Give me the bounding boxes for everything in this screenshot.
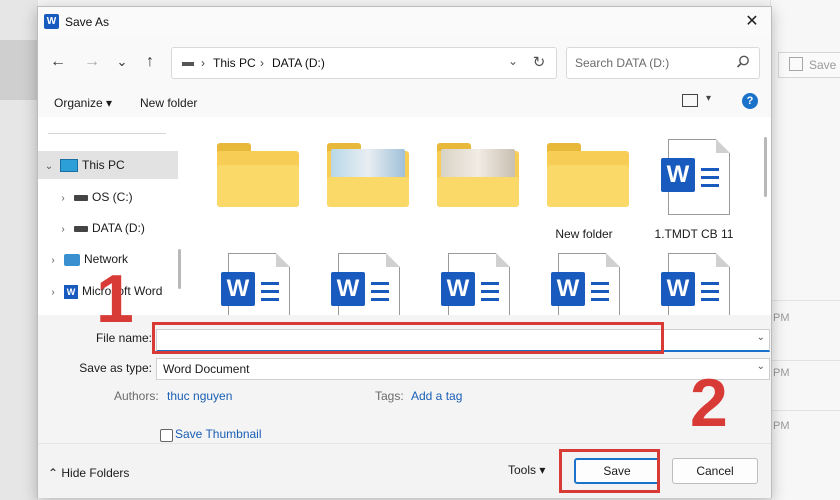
breadcrumb-separator-icon: › [260, 56, 264, 70]
folder-item[interactable]: New folder [534, 125, 634, 241]
folder-item[interactable] [204, 125, 304, 235]
word-document-item[interactable]: W [424, 239, 524, 315]
chevron-down-icon[interactable]: ⌄ [757, 332, 765, 343]
word-document-icon: W [661, 253, 730, 315]
view-options-chevron-icon[interactable]: ▾ [706, 93, 711, 104]
chevron-right-icon[interactable]: › [46, 279, 60, 307]
chevron-right-icon[interactable]: › [56, 185, 70, 213]
folder-item[interactable] [424, 125, 524, 235]
search-box[interactable]: Search DATA (D:) [566, 47, 760, 79]
annotation-save-highlight [559, 449, 660, 493]
nav-divider [48, 133, 166, 134]
up-arrow-icon[interactable]: ↑ [140, 51, 160, 73]
tree-item-data-d[interactable]: › DATA (D:) [56, 214, 145, 242]
save-thumbnail-label[interactable]: Save Thumbnail [175, 427, 262, 441]
back-arrow-icon[interactable]: ← [48, 51, 68, 73]
new-folder-button[interactable]: New folder [140, 96, 197, 110]
background-divider [770, 300, 840, 301]
forward-arrow-icon[interactable]: → [82, 51, 102, 73]
file-grid: New folder W 1.TMDT CB 11 W W W W W [186, 117, 771, 315]
background-time: PM [773, 367, 790, 379]
chevron-right-icon[interactable]: › [46, 247, 60, 275]
refresh-icon[interactable]: ↻ [528, 52, 550, 74]
annotation-file-name-highlight [152, 322, 664, 354]
address-bar[interactable]: › This PC › DATA (D:) ⌄ ↻ [171, 47, 557, 79]
content-scrollbar[interactable] [764, 137, 767, 197]
drive-icon [74, 194, 88, 201]
background-time: PM [773, 312, 790, 324]
background-divider [770, 360, 840, 361]
search-icon [736, 55, 749, 68]
monitor-icon [60, 159, 78, 173]
folder-icon [217, 143, 299, 207]
annotation-step-1: 1 [96, 261, 134, 337]
folder-icon [437, 143, 519, 207]
hide-folders-toggle[interactable]: ⌃ Hide Folders [48, 466, 129, 480]
folder-icon [327, 143, 409, 207]
word-document-item[interactable]: W [534, 239, 634, 315]
dialog-title: Save As [65, 15, 110, 29]
breadcrumb-separator-icon: › [201, 56, 205, 70]
authors-value[interactable]: thuc nguyen [167, 389, 232, 403]
cancel-button[interactable]: Cancel [672, 458, 758, 484]
folder-icon [547, 143, 629, 207]
word-icon: W [64, 284, 78, 299]
chevron-right-icon[interactable]: › [56, 216, 70, 244]
navigation-bar: ← → ⌄ ↑ › This PC › DATA (D:) ⌄ ↻ Search… [38, 37, 771, 87]
search-placeholder: Search DATA (D:) [575, 56, 670, 70]
breadcrumb-data-d[interactable]: DATA (D:) [272, 56, 325, 70]
close-icon[interactable]: ✕ [741, 11, 763, 33]
title-bar: W Save As ✕ [38, 7, 771, 37]
word-document-icon: W [441, 253, 510, 315]
word-app-icon: W [44, 14, 59, 29]
chevron-down-icon[interactable]: ⌄ [757, 361, 765, 372]
network-icon [64, 253, 80, 266]
dialog-footer: ⌃ Hide Folders Tools ▾ Save Cancel [38, 443, 771, 498]
save-as-type-select[interactable]: Word Document ⌄ [156, 358, 770, 380]
background-left-panel [0, 0, 38, 500]
navigation-scrollbar[interactable] [178, 249, 181, 289]
chevron-down-icon[interactable]: ⌄ [508, 54, 518, 68]
tags-label: Tags: [375, 389, 404, 403]
recent-locations-chevron-icon[interactable]: ⌄ [112, 51, 132, 73]
organize-menu[interactable]: Organize ▾ [54, 96, 112, 110]
tree-item-os-c[interactable]: › OS (C:) [56, 183, 132, 213]
save-thumbnail-checkbox[interactable] [160, 429, 173, 442]
save-as-dialog: W Save As ✕ ← → ⌄ ↑ › This PC › DATA (D:… [37, 6, 772, 498]
chevron-down-icon[interactable]: ⌄ [42, 153, 56, 181]
word-document-item[interactable]: W [204, 239, 304, 315]
view-layout-icon[interactable] [682, 94, 698, 107]
chevron-up-icon: ⌃ [48, 466, 62, 480]
tools-menu[interactable]: Tools ▾ [508, 463, 545, 477]
word-document-icon: W [551, 253, 620, 315]
word-document-item[interactable]: W 1.TMDT CB 11 [644, 125, 744, 241]
word-document-icon: W [221, 253, 290, 315]
background-save-button[interactable]: Save [778, 52, 840, 78]
breadcrumb-this-pc[interactable]: This PC [213, 56, 256, 70]
drive-icon [74, 225, 88, 232]
background-divider [770, 410, 840, 411]
word-document-icon: W [331, 253, 400, 315]
save-icon [789, 57, 803, 71]
help-icon[interactable]: ? [742, 93, 758, 109]
word-document-item[interactable]: W [644, 239, 744, 315]
word-document-icon: W [661, 139, 730, 215]
drive-icon [182, 62, 194, 66]
folder-item[interactable] [314, 125, 414, 235]
tree-item-this-pc[interactable]: ⌄ This PC [38, 151, 178, 179]
tags-value[interactable]: Add a tag [411, 389, 462, 403]
annotation-step-2: 2 [690, 365, 728, 441]
save-as-type-label: Save as type: [79, 361, 152, 375]
authors-label: Authors: [114, 389, 159, 403]
background-time: PM [773, 420, 790, 432]
command-bar: Organize ▾ New folder ▾ ? [38, 87, 771, 117]
word-document-item[interactable]: W [314, 239, 414, 315]
